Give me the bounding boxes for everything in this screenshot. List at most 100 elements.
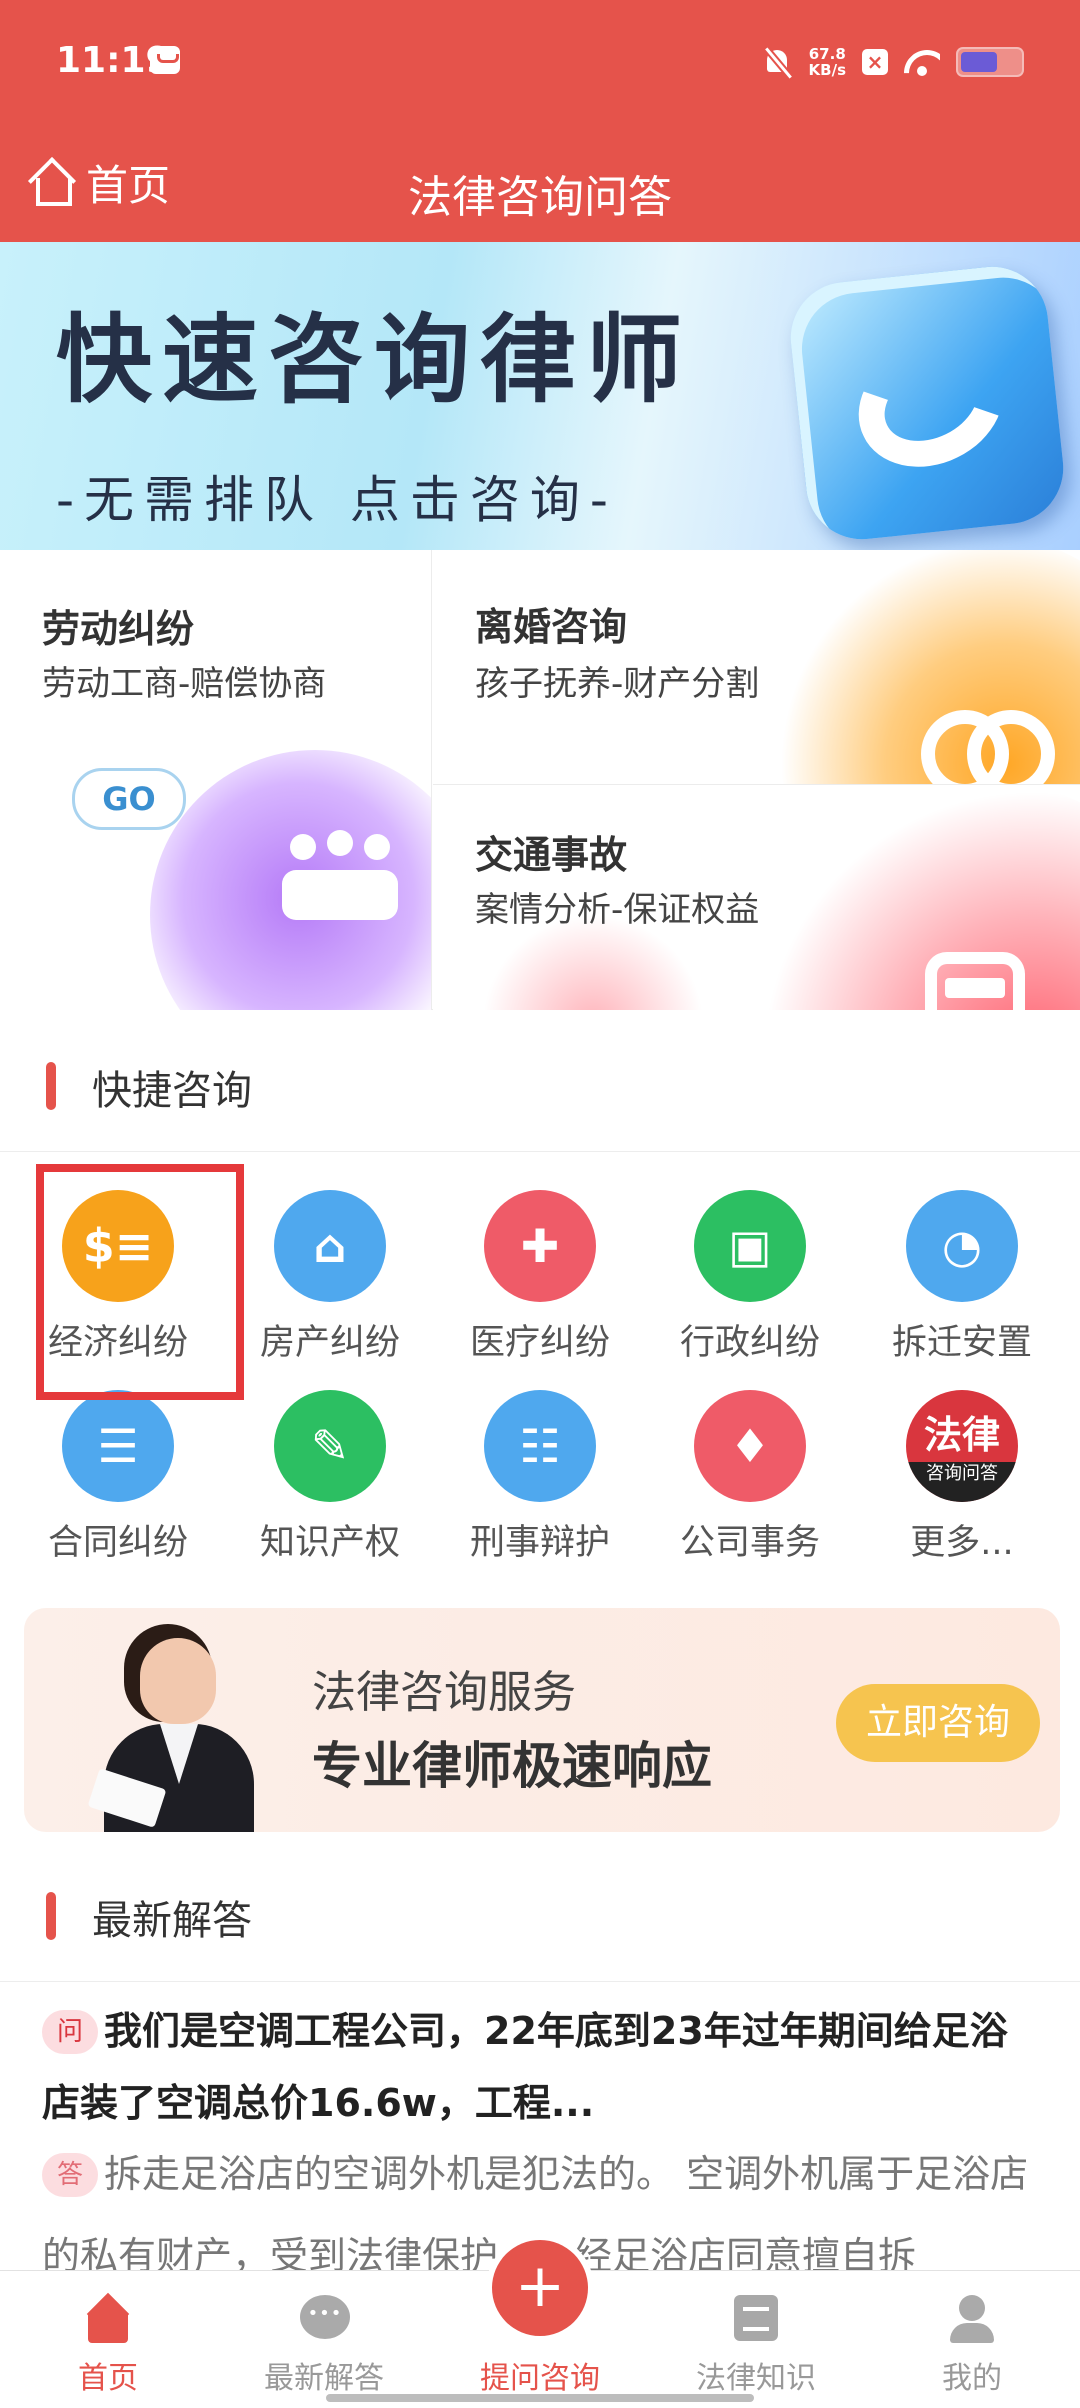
icon-glyph: ♦: [729, 1419, 771, 1473]
rings-icon: [911, 690, 1055, 784]
icon-glyph: ▣: [728, 1219, 772, 1273]
ask-plus-button[interactable]: +: [492, 2240, 588, 2336]
card-title: 离婚咨询: [475, 605, 628, 649]
law-logo-icon: 法律 咨询问答: [906, 1390, 1018, 1502]
section-accent-bar: [46, 1062, 56, 1110]
promo-line-1: 法律咨询服务: [312, 1667, 576, 1718]
battery-level: [961, 52, 997, 72]
certificate-icon: ☷: [484, 1390, 596, 1502]
bus-icon: [925, 952, 1025, 1010]
go-button[interactable]: GO: [72, 768, 186, 830]
tab-label: 我的: [942, 2361, 1002, 2396]
briefcase-icon: ▣: [694, 1190, 806, 1302]
section-title: 最新解答: [92, 1898, 252, 1944]
card-divorce[interactable]: 离婚咨询 孩子抚养-财产分割: [433, 550, 1080, 785]
chat-bubble-icon: [300, 2295, 350, 2339]
qa-list-item[interactable]: 问我们是空调工程公司，22年底到23年过年期间给足浴店装了空调总价16.6w，工…: [0, 1985, 1080, 2275]
banner-subtitle: -无需排队 点击咨询-: [56, 471, 618, 529]
tab-legal-knowledge[interactable]: 法律知识: [648, 2271, 864, 2408]
house-icon: ⌂: [274, 1190, 386, 1302]
quick-consult-header: 快捷咨询: [0, 1012, 1080, 1152]
card-title: 劳动纠纷: [42, 607, 195, 651]
net-speed: 67.8 KB/s: [809, 46, 846, 78]
consult-now-button[interactable]: 立即咨询: [836, 1684, 1040, 1762]
edit-document-icon: ✎: [274, 1390, 386, 1502]
status-bar: 11:19 67.8 KB/s ×: [0, 0, 1080, 125]
tab-home[interactable]: 首页: [0, 2271, 216, 2408]
tab-label: 最新解答: [264, 2361, 384, 2396]
tab-label: 首页: [78, 2361, 138, 2396]
tab-mine[interactable]: 我的: [864, 2271, 1080, 2408]
quick-item-label: 刑事辩护: [469, 1523, 610, 1563]
promo-line-2: 专业律师极速响应: [312, 1737, 712, 1795]
book-icon: [734, 2295, 778, 2341]
lawyer-avatar: [82, 1628, 272, 1832]
status-icons: 67.8 KB/s ×: [763, 42, 1024, 82]
quick-item-label: 公司事务: [679, 1523, 820, 1563]
latest-answers-header: 最新解答: [0, 1842, 1080, 1982]
logo-text-sub: 咨询问答: [906, 1462, 1018, 1502]
consult-banner[interactable]: 快速咨询律师 -无需排队 点击咨询-: [0, 242, 1080, 550]
top-bar: 11:19 67.8 KB/s × 首页 法律咨询问答: [0, 0, 1080, 242]
quick-item-medical[interactable]: ✚ 医疗纠纷: [432, 1152, 648, 1363]
quick-item-demolition[interactable]: ◔ 拆迁安置: [854, 1152, 1070, 1363]
quick-item-company[interactable]: ♦ 公司事务: [642, 1352, 858, 1563]
section-accent-bar: [46, 1892, 56, 1940]
home-icon: [82, 2293, 134, 2343]
quick-item-administrative[interactable]: ▣ 行政纠纷: [642, 1152, 858, 1363]
app-page: 11:19 67.8 KB/s × 首页 法律咨询问答 快速咨询律师 -无需排队…: [0, 0, 1080, 2408]
selection-highlight-box: [36, 1164, 244, 1400]
net-speed-value: 67.8: [808, 45, 846, 63]
logo-text-main: 法律: [923, 1413, 1000, 1457]
quick-item-ip[interactable]: ✎ 知识产权: [222, 1352, 438, 1563]
message-notification-icon: [150, 46, 180, 74]
icon-glyph: ☰: [97, 1419, 139, 1473]
card-traffic-accident[interactable]: 交通事故 案情分析-保证权益: [433, 786, 1080, 1010]
quick-item-label: 知识产权: [259, 1523, 400, 1563]
tab-label: 法律知识: [696, 2361, 816, 2396]
quick-item-property[interactable]: ⌂ 房产纠纷: [222, 1152, 438, 1363]
icon-glyph: ◔: [941, 1219, 983, 1273]
category-cards: 劳动纠纷 劳动工商-赔偿协商 GO 离婚咨询 孩子抚养-财产分割 交通事故 案情…: [0, 550, 1080, 1010]
pie-chart-icon: ◔: [906, 1190, 1018, 1302]
icon-glyph: ✎: [310, 1419, 350, 1473]
page-title: 法律咨询问答: [408, 172, 672, 223]
icon-glyph: ⌂: [313, 1219, 347, 1273]
quick-item-label: 更多...: [910, 1523, 1014, 1563]
phone-icon: [785, 261, 1069, 545]
card-subtitle: 劳动工商-赔偿协商: [42, 664, 327, 704]
question-tag: 问: [42, 2010, 98, 2054]
battery-icon: [956, 47, 1024, 77]
promo-banner[interactable]: 法律咨询服务 专业律师极速响应 立即咨询: [24, 1608, 1060, 1832]
icon-glyph: ✚: [520, 1219, 560, 1273]
home-indicator[interactable]: [326, 2394, 754, 2402]
icon-glyph: ☷: [519, 1419, 561, 1473]
phone-handset-icon: [837, 316, 1025, 491]
injured-person-icon: ✚: [484, 1190, 596, 1302]
card-subtitle: 孩子抚养-财产分割: [475, 664, 760, 704]
card-labor-dispute[interactable]: 劳动纠纷 劳动工商-赔偿协商 GO: [0, 550, 432, 1010]
lawyer-head: [140, 1638, 216, 1724]
document-icon: ☰: [62, 1390, 174, 1502]
card-title: 交通事故: [475, 833, 628, 877]
user-icon: [946, 2293, 998, 2343]
quick-item-label: 合同纠纷: [47, 1523, 188, 1563]
handshake-people-icon: [282, 830, 398, 920]
section-title: 快捷咨询: [92, 1068, 252, 1114]
card-subtitle: 案情分析-保证权益: [475, 890, 760, 930]
quick-item-criminal[interactable]: ☷ 刑事辩护: [432, 1352, 648, 1563]
net-speed-unit: KB/s: [808, 61, 846, 79]
card-decoration: [733, 786, 1080, 1010]
nav-bar: 首页 法律咨询问答: [0, 125, 1080, 242]
tie-icon: ♦: [694, 1390, 806, 1502]
banner-title: 快速咨询律师: [56, 304, 692, 416]
question-text: 问我们是空调工程公司，22年底到23年过年期间给足浴店装了空调总价16.6w，工…: [42, 1995, 1042, 2139]
question-body: 我们是空调工程公司，22年底到23年过年期间给足浴店装了空调总价16.6w，工程…: [42, 2009, 1008, 2125]
close-box-icon: ×: [862, 49, 888, 75]
quick-item-more[interactable]: 法律 咨询问答 更多...: [854, 1352, 1070, 1563]
bell-muted-icon: [763, 46, 793, 78]
tab-label: 提问咨询: [480, 2361, 600, 2396]
wifi-icon: [904, 48, 940, 76]
tab-latest-answers[interactable]: 最新解答: [216, 2271, 432, 2408]
answer-tag: 答: [42, 2153, 98, 2197]
